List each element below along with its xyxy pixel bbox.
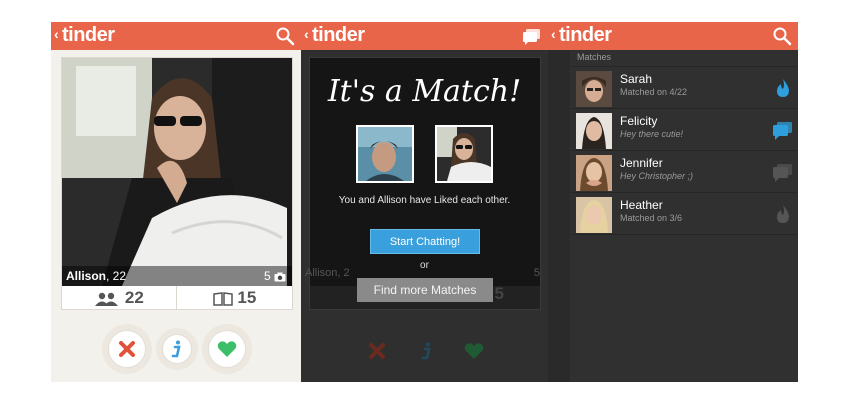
match-name: Felicity bbox=[620, 114, 658, 128]
left-gutter bbox=[548, 50, 570, 382]
match-row-felicity[interactable]: Felicity Hey there cutie! bbox=[570, 108, 798, 150]
photo-count: 5 bbox=[264, 269, 286, 283]
match-name: Jennifer bbox=[620, 156, 663, 170]
dimmed-nope-icon bbox=[369, 343, 385, 359]
friends-icon bbox=[95, 292, 119, 306]
interests-count: 15 bbox=[237, 288, 257, 307]
avatar bbox=[576, 113, 612, 149]
chat-icon bbox=[773, 122, 792, 140]
flame-icon bbox=[777, 205, 789, 223]
profile-screen: ‹ tinder Allison, 22 5 22 15 bbox=[51, 22, 301, 382]
match-status: Hey Christopher ;) bbox=[620, 171, 694, 181]
flame-icon bbox=[777, 79, 789, 97]
dimmed-like-icon bbox=[464, 343, 484, 359]
profile-name: Allison, 22 bbox=[66, 269, 126, 283]
brand-logo[interactable]: tinder bbox=[312, 24, 365, 47]
brand-logo[interactable]: tinder bbox=[62, 24, 115, 47]
matches-section-label: Matches bbox=[577, 52, 612, 62]
profile-age: , 22 bbox=[106, 269, 127, 283]
back-button[interactable]: ‹ bbox=[304, 26, 309, 42]
info-button[interactable] bbox=[162, 334, 192, 364]
dimmed-stat-right: 5 bbox=[494, 284, 504, 303]
match-name: Sarah bbox=[620, 72, 653, 86]
match-row-jennifer[interactable]: Jennifer Hey Christopher ;) bbox=[570, 150, 798, 192]
match-photo-art bbox=[437, 127, 491, 181]
avatar-art bbox=[576, 197, 612, 233]
friends-count: 22 bbox=[124, 288, 144, 307]
avatar bbox=[576, 155, 612, 191]
like-icon bbox=[217, 341, 237, 357]
start-chatting-button[interactable]: Start Chatting! bbox=[370, 229, 480, 254]
list-divider bbox=[570, 234, 798, 235]
my-photo bbox=[356, 125, 414, 183]
friends-stat[interactable]: 22 bbox=[62, 286, 177, 310]
back-button[interactable]: ‹ bbox=[551, 26, 556, 42]
app-header: ‹ tinder bbox=[301, 22, 548, 50]
nope-icon bbox=[119, 341, 135, 357]
back-button[interactable]: ‹ bbox=[54, 26, 59, 42]
profile-name-bar: Allison, 22 5 bbox=[62, 266, 292, 286]
my-photo-art bbox=[358, 127, 412, 181]
avatar-art bbox=[576, 113, 612, 149]
info-icon bbox=[171, 340, 181, 358]
find-more-matches-button[interactable]: Find more Matches bbox=[357, 278, 493, 302]
match-status: Hey there cutie! bbox=[620, 129, 684, 139]
dimmed-info-icon bbox=[421, 342, 431, 360]
match-screen: ‹ tinder Allison, 2 5 5 It's a Match! Yo… bbox=[301, 22, 548, 382]
match-row-sarah[interactable]: Sarah Matched on 4/22 bbox=[570, 66, 798, 108]
camera-icon bbox=[274, 272, 286, 282]
match-name: Heather bbox=[620, 198, 663, 212]
match-row-heather[interactable]: Heather Matched on 3/6 bbox=[570, 192, 798, 234]
match-status: Matched on 3/6 bbox=[620, 213, 683, 223]
photo-count-value: 5 bbox=[263, 269, 271, 283]
profile-photo: Allison, 22 5 bbox=[62, 58, 292, 286]
match-subtitle: You and Allison have Liked each other. bbox=[338, 195, 511, 206]
interests-stat[interactable]: 15 bbox=[177, 286, 292, 310]
matches-screen: ‹ tinder Matches Sarah Matched on 4/22 F… bbox=[548, 22, 798, 382]
brand-logo[interactable]: tinder bbox=[559, 24, 612, 47]
book-icon bbox=[212, 291, 233, 306]
avatar bbox=[576, 71, 612, 107]
profile-photo-art bbox=[62, 58, 292, 286]
app-header: ‹ tinder bbox=[548, 22, 798, 50]
match-photo bbox=[435, 125, 493, 183]
search-icon[interactable] bbox=[772, 26, 792, 46]
match-title: It's a Match! bbox=[327, 74, 522, 109]
or-label: or bbox=[420, 260, 429, 271]
app-header: ‹ tinder bbox=[51, 22, 301, 50]
chat-icon[interactable] bbox=[522, 26, 542, 46]
search-icon[interactable] bbox=[275, 26, 295, 46]
nope-button[interactable] bbox=[108, 330, 146, 368]
like-button[interactable] bbox=[208, 330, 246, 368]
avatar-art bbox=[576, 155, 612, 191]
match-status: Matched on 4/22 bbox=[620, 87, 688, 97]
avatar-art bbox=[576, 71, 612, 107]
chat-icon bbox=[773, 164, 792, 182]
composite-stage: ‹ tinder Allison, 22 5 22 15 ‹ tinder Al… bbox=[0, 0, 850, 415]
avatar bbox=[576, 197, 612, 233]
profile-stats: 22 15 bbox=[62, 286, 292, 310]
profile-first-name: Allison bbox=[66, 269, 107, 283]
profile-card[interactable]: Allison, 22 5 22 15 bbox=[61, 57, 293, 310]
